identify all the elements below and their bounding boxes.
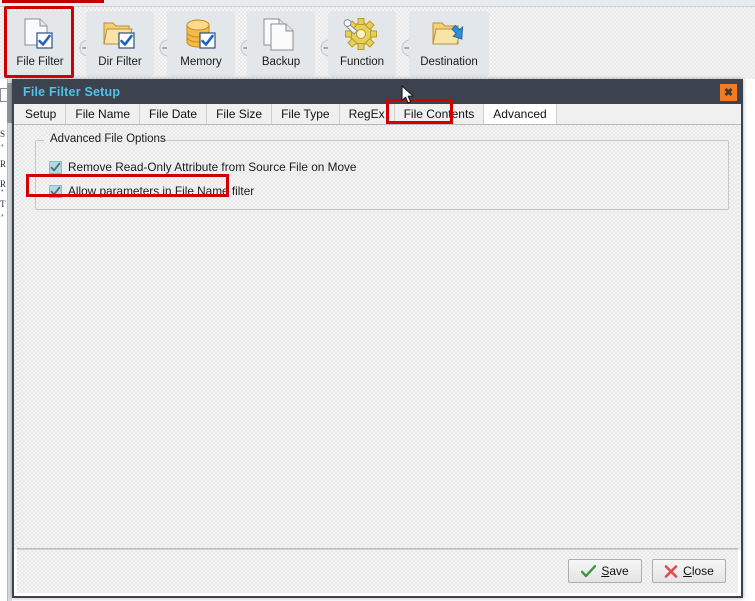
tab-setup[interactable]: Setup xyxy=(16,104,67,124)
background-char-column: S R R T * * * xyxy=(0,79,7,601)
background-list-char: R xyxy=(0,179,7,189)
green-check-icon xyxy=(581,564,597,577)
folder-arrow-icon xyxy=(429,16,469,54)
dialog-titlebar: File Filter Setup ✖ xyxy=(14,81,741,104)
background-list-marker: * xyxy=(1,144,4,151)
copy-documents-icon xyxy=(261,16,301,54)
wizard-step-label: Memory xyxy=(180,56,222,68)
tab-label: File Size xyxy=(216,107,263,121)
tab-bar: Setup File Name File Date File Size File Typ… xyxy=(14,104,741,125)
tab-advanced[interactable]: Advanced xyxy=(484,104,557,124)
close-label-rest: lose xyxy=(691,564,714,578)
tab-file-name[interactable]: File Name xyxy=(66,104,141,124)
background-right-column xyxy=(743,79,755,601)
allow-parameters-highlight xyxy=(26,174,229,197)
advanced-tab-highlight xyxy=(386,99,453,124)
background-list-char: S xyxy=(0,129,6,139)
close-button[interactable]: Close xyxy=(652,559,726,583)
close-accel-key: C xyxy=(683,564,692,578)
file-filter-setup-dialog: File Filter Setup ✖ Setup File Name File D… xyxy=(12,79,743,598)
wizard-step-memory[interactable]: Memory xyxy=(167,11,235,77)
wizard-step-destination[interactable]: Destination xyxy=(409,11,489,77)
dialog-title: File Filter Setup xyxy=(23,85,121,99)
tab-label: File Type xyxy=(281,107,330,121)
save-button[interactable]: Save xyxy=(568,559,642,583)
background-list-char: R xyxy=(0,159,7,169)
tab-label: Setup xyxy=(25,107,57,121)
wizard-steps-toolbar: File Filter Dir Filter Memory Backup Functio… xyxy=(0,7,755,79)
gear-wrench-icon xyxy=(342,16,382,54)
wizard-step-backup[interactable]: Backup xyxy=(247,11,315,77)
wizard-step-label: Dir Filter xyxy=(98,56,142,68)
save-button-label: Save xyxy=(601,564,628,578)
background-list-char: T xyxy=(0,199,6,209)
remove-readonly-label: Remove Read-Only Attribute from Source F… xyxy=(68,160,357,174)
save-label-rest: ave xyxy=(609,564,629,578)
tab-label: Advanced xyxy=(493,107,547,121)
group-legend-label: Advanced File Options xyxy=(50,133,166,145)
wizard-step-label: Backup xyxy=(261,56,301,68)
red-x-icon xyxy=(664,564,678,578)
file-filter-step-highlight xyxy=(4,6,74,78)
wizard-step-label: Destination xyxy=(420,56,478,68)
wizard-step-dir-filter[interactable]: Dir Filter xyxy=(86,11,154,77)
close-button-label: Close xyxy=(683,564,714,578)
tab-file-type[interactable]: File Type xyxy=(272,104,340,124)
dialog-footer: Save Close xyxy=(17,550,738,593)
tab-file-size[interactable]: File Size xyxy=(207,104,273,124)
window-top-strip xyxy=(0,0,755,7)
top-red-marker xyxy=(2,0,104,3)
folder-check-icon xyxy=(100,16,140,54)
option-row-remove-readonly[interactable]: Remove Read-Only Attribute from Source F… xyxy=(49,160,357,174)
background-list-marker: * xyxy=(1,214,4,221)
wizard-step-function[interactable]: Function xyxy=(328,11,396,77)
tab-label: File Date xyxy=(149,107,198,121)
tab-label: File Name xyxy=(75,107,131,121)
tab-file-date[interactable]: File Date xyxy=(140,104,208,124)
background-list-marker: * xyxy=(1,189,4,196)
wizard-step-label: Function xyxy=(339,56,385,68)
remove-readonly-checkbox[interactable] xyxy=(49,160,62,174)
window-close-button[interactable]: ✖ xyxy=(720,84,737,101)
background-left-column: S R R T * * * xyxy=(0,79,12,601)
database-check-icon xyxy=(181,16,221,54)
tab-label: RegEx xyxy=(348,107,385,121)
